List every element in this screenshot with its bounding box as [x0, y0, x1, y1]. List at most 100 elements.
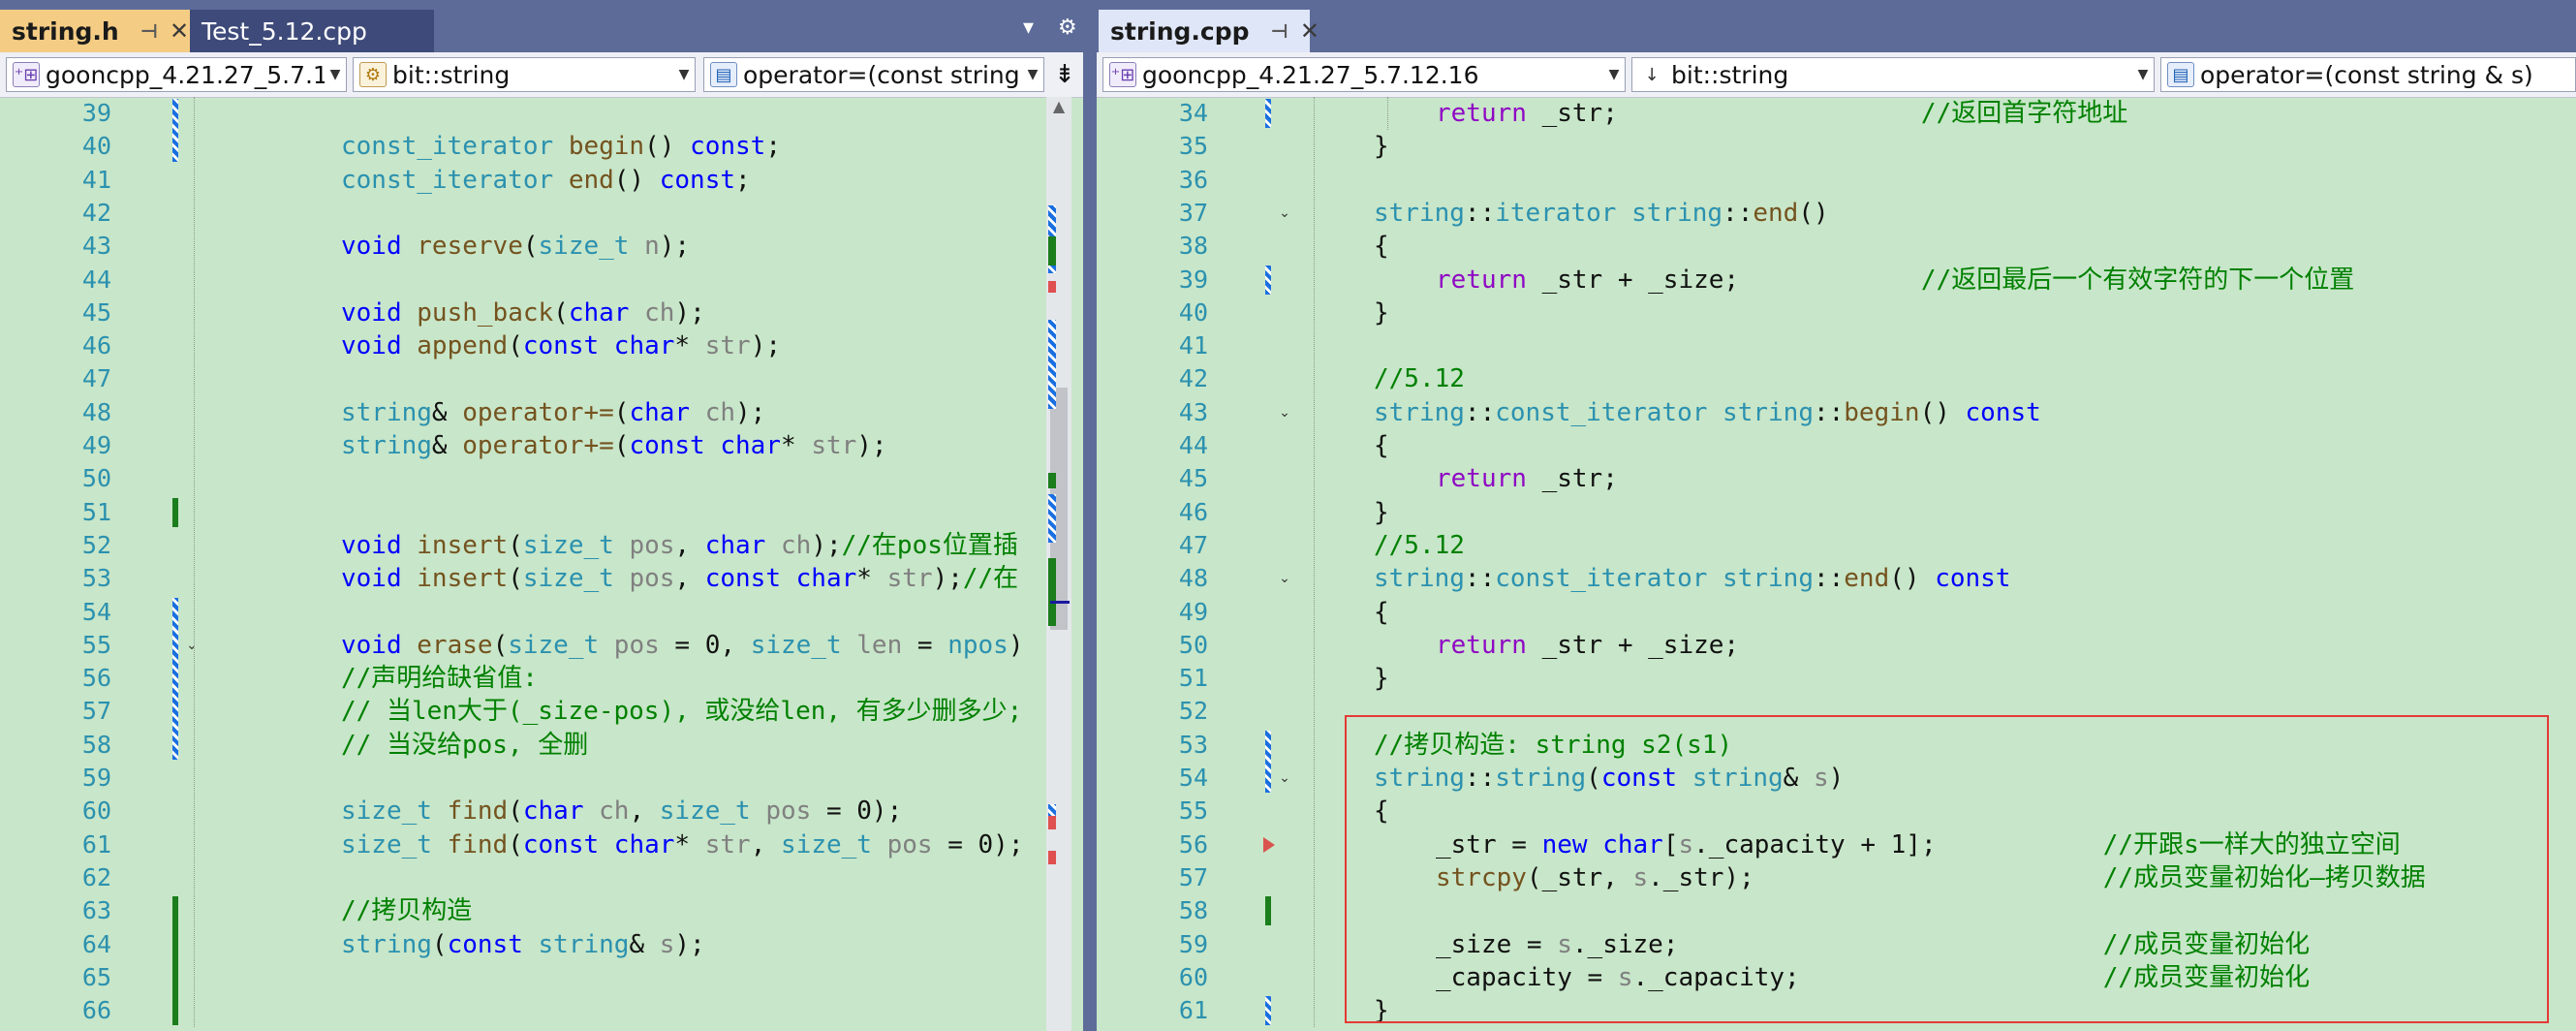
pin-icon[interactable]: ⊣ [1271, 19, 1288, 43]
code-line[interactable]: 41 const_iterator end() const; [0, 164, 1083, 197]
tab-string-cpp[interactable]: string.cpp ⊣ ✕ [1099, 10, 1319, 52]
line-number: 55 [81, 630, 111, 659]
fold-toggle-icon[interactable]: ⌄ [1277, 405, 1292, 421]
code-line[interactable]: 35} [1097, 130, 2576, 163]
breakpoint-arrow-icon[interactable] [1263, 836, 1275, 853]
scope-dropdown[interactable]: ⚙ bit::string ▼ [353, 57, 696, 92]
close-icon[interactable]: ✕ [170, 17, 189, 45]
left-code-editor[interactable]: 39 40 const_iterator begin() const; 41 const… [0, 97, 1083, 1031]
fold-toggle-icon[interactable]: ⌄ [184, 638, 200, 653]
line-number: 42 [1178, 364, 1208, 393]
fold-toggle-icon[interactable]: ⌄ [1277, 571, 1292, 586]
line-number: 49 [1178, 597, 1208, 626]
close-icon[interactable]: ✕ [1300, 17, 1319, 45]
line-number: 56 [1178, 829, 1208, 859]
code-text: string::const_iterator string::begin() c… [1374, 397, 2041, 427]
code-line[interactable]: 66 [0, 994, 1083, 1027]
code-line[interactable]: 44 { [1097, 429, 2576, 462]
code-line[interactable]: 48 string::const_iterator string::end() c… [1097, 562, 2576, 595]
code-line[interactable]: 51 [0, 496, 1083, 529]
code-line[interactable]: 42 [0, 197, 1083, 230]
pin-icon[interactable]: ⊣ [140, 19, 158, 43]
code-line[interactable]: 47 [0, 362, 1083, 395]
code-line[interactable]: 52 void insert(size_t pos, char ch);//在po… [0, 529, 1083, 562]
code-line[interactable]: 37 string::iterator string::end() [1097, 197, 2576, 230]
line-number: 48 [1178, 564, 1208, 593]
scope-dropdown-label: bit::string [392, 60, 511, 89]
code-line[interactable]: 38 { [1097, 230, 2576, 263]
code-text: void insert(size_t pos, char ch);//在pos位… [341, 530, 1018, 560]
line-number: 40 [1178, 297, 1208, 327]
code-line[interactable]: 45 void push_back(char ch); [0, 297, 1083, 329]
line-number: 63 [81, 896, 111, 925]
code-line[interactable]: 56 //声明给缺省值: [0, 662, 1083, 695]
code-line[interactable]: 34 return _str; //返回首字符地址 [1097, 97, 2576, 130]
project-dropdown[interactable]: ⁺⊞ gooncpp_4.21.27_5.7.12.16 ▼ [1102, 57, 1626, 92]
code-text: return _str; //返回首字符地址 [1436, 99, 2128, 128]
code-line[interactable]: 55 void erase(size_t pos = 0, size_t len … [0, 629, 1083, 662]
gear-icon[interactable]: ⚙ [1058, 16, 1077, 40]
code-text: void insert(size_t pos, const char* str)… [341, 564, 1019, 594]
tab-test-5-12-cpp[interactable]: Test_5.12.cpp [190, 10, 434, 52]
member-dropdown[interactable]: ▤ operator=(const string & s) [2160, 57, 2576, 92]
change-marker [172, 597, 178, 760]
code-text: //5.12 [1374, 530, 1465, 560]
code-line[interactable]: 43 string::const_iterator string::begin()… [1097, 396, 2576, 429]
code-line[interactable]: 39 [0, 97, 1083, 130]
line-number: 41 [1178, 331, 1208, 360]
code-line[interactable]: 46} [1097, 496, 2576, 529]
change-marker [1265, 265, 1271, 295]
scroll-up-icon[interactable]: ▲ [1046, 97, 1071, 120]
scroll-change-marker [1048, 494, 1056, 543]
code-line[interactable]: 58 // 当没给pos, 全删 [0, 729, 1083, 762]
code-text: size_t find(char ch, size_t pos = 0); [341, 797, 903, 827]
code-text: //5.12 [1374, 364, 1465, 394]
code-line[interactable]: 61 size_t find(const char* str, size_t po… [0, 828, 1083, 861]
code-line[interactable]: 40 const_iterator begin() const; [0, 130, 1083, 163]
code-line[interactable]: 50 [0, 462, 1083, 495]
code-line[interactable]: 44 [0, 264, 1083, 297]
code-line[interactable]: 47 //5.12 [1097, 529, 2576, 562]
code-text: void append(const char* str); [341, 331, 782, 361]
code-line[interactable]: 53 void insert(size_t pos, const char* st… [0, 562, 1083, 595]
left-vertical-scrollbar[interactable]: ▲ [1046, 97, 1071, 1031]
indent-guide [194, 97, 195, 1028]
code-line[interactable]: 60 size_t find(char ch, size_t pos = 0); [0, 795, 1083, 828]
right-editor-pane: string.cpp ⊣ ✕ ⁺⊞ gooncpp_4.21.27_5.7.12… [1097, 0, 2576, 1031]
code-text: //声明给缺省值: [341, 664, 538, 694]
code-text: return _str; [1436, 464, 1618, 494]
fold-toggle-icon[interactable]: ⌄ [1277, 205, 1292, 221]
split-editor-icon[interactable]: ⇟ [1050, 57, 1079, 92]
code-line[interactable]: 65 [0, 961, 1083, 994]
code-line[interactable]: 43 void reserve(size_t n); [0, 230, 1083, 263]
code-line[interactable]: 49 { [1097, 596, 2576, 629]
code-line[interactable]: 42 //5.12 [1097, 362, 2576, 395]
tab-label: string.cpp [1110, 16, 1250, 46]
code-line[interactable]: 39 return _str + _size; //返回最后一个有效字符的下一个位… [1097, 264, 2576, 297]
line-number: 42 [81, 198, 111, 227]
code-line[interactable]: 46 void append(const char* str); [0, 329, 1083, 362]
code-line[interactable]: 45 return _str; [1097, 462, 2576, 495]
code-line[interactable]: 63 //拷贝构造 [0, 894, 1083, 927]
code-line[interactable]: 36 [1097, 164, 2576, 197]
code-line[interactable]: 64 string(const string& s); [0, 928, 1083, 961]
code-text: } [1374, 132, 1389, 162]
code-line[interactable]: 50 return _str + _size; [1097, 629, 2576, 662]
code-line[interactable]: 40} [1097, 297, 2576, 329]
code-line[interactable]: 49 string& operator+=(const char* str); [0, 429, 1083, 462]
scope-dropdown[interactable]: ↓ bit::string ▼ [1631, 57, 2155, 92]
project-dropdown[interactable]: ⁺⊞ gooncpp_4.21.27_5.7.12. ▼ [6, 57, 347, 92]
code-line[interactable]: 48 string& operator+=(char ch); [0, 396, 1083, 429]
code-line[interactable]: 57 // 当len大于(_size-pos), 或没给len, 有多少删多少; [0, 695, 1083, 728]
code-line[interactable]: 41 [1097, 329, 2576, 362]
code-line[interactable]: 54 [0, 596, 1083, 629]
code-line[interactable]: 59 [0, 762, 1083, 795]
pane-splitter[interactable] [1083, 0, 1097, 1031]
member-dropdown[interactable]: ▤ operator=(const string & ▼ [703, 57, 1044, 92]
code-line[interactable]: 62 [0, 861, 1083, 894]
code-line[interactable]: 51} [1097, 662, 2576, 695]
chevron-down-icon[interactable]: ▾ [1023, 16, 1034, 40]
fold-toggle-icon[interactable]: ⌄ [1277, 770, 1292, 786]
line-number: 41 [81, 165, 111, 194]
tab-string-h[interactable]: string.h ⊣ ✕ [0, 10, 190, 52]
